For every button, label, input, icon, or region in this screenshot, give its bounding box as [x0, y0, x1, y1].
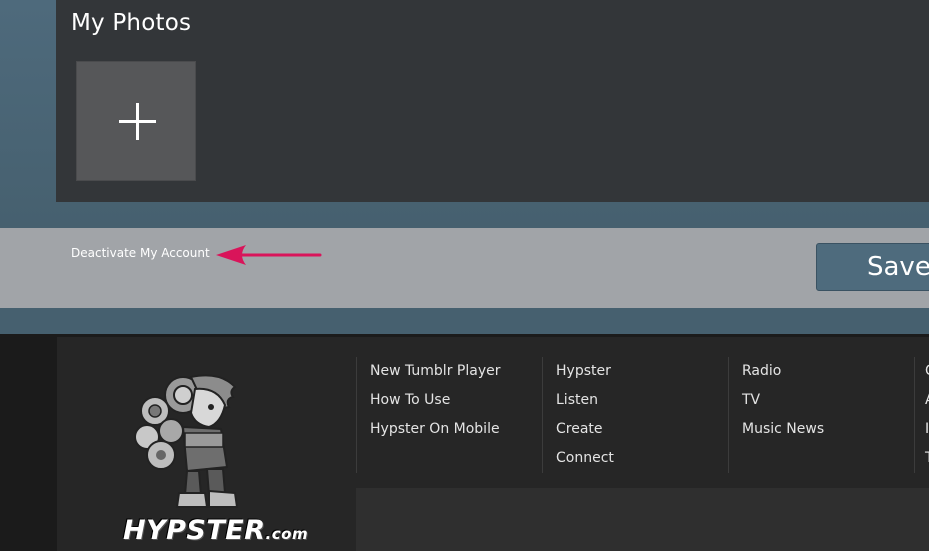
footer-link-listen[interactable]: Listen — [556, 386, 728, 415]
footer-column-2: Hypster Listen Create Connect — [542, 357, 728, 473]
deactivate-account-link[interactable]: Deactivate My Account — [71, 246, 210, 260]
footer-content-box — [356, 488, 929, 551]
footer-link-partial-1[interactable]: C — [925, 357, 929, 386]
footer-link-hypster[interactable]: Hypster — [556, 357, 728, 386]
site-footer: HYPSTER.com New Tumblr Player How To Use… — [0, 334, 929, 551]
footer-link-partial-4[interactable]: T — [925, 444, 929, 473]
my-photos-panel: My Photos — [56, 0, 929, 202]
save-button[interactable]: Save — [816, 243, 929, 291]
footer-links: New Tumblr Player How To Use Hypster On … — [356, 357, 929, 475]
photos-title: My Photos — [71, 10, 192, 36]
footer-link-hypster-on-mobile[interactable]: Hypster On Mobile — [370, 415, 542, 444]
logo-text: HYPSTER — [123, 515, 266, 546]
footer-link-partial-3[interactable]: I — [925, 415, 929, 444]
footer-column-3: Radio TV Music News — [728, 357, 914, 473]
divider-strip — [0, 308, 929, 334]
footer-link-tv[interactable]: TV — [742, 386, 914, 415]
footer-link-how-to-use[interactable]: How To Use — [370, 386, 542, 415]
add-photo-button[interactable] — [76, 61, 196, 181]
hypster-logo[interactable]: HYPSTER.com — [117, 367, 308, 549]
logo-suffix: .com — [265, 525, 309, 543]
footer-column-4: C A I T — [914, 357, 929, 473]
mascot-icon — [134, 374, 239, 508]
footer-inner: HYPSTER.com New Tumblr Player How To Use… — [57, 337, 929, 551]
footer-link-connect[interactable]: Connect — [556, 444, 728, 473]
arrow-left-icon — [216, 245, 322, 265]
footer-link-radio[interactable]: Radio — [742, 357, 914, 386]
footer-column-1: New Tumblr Player How To Use Hypster On … — [356, 357, 542, 473]
footer-link-partial-2[interactable]: A — [925, 386, 929, 415]
footer-link-create[interactable]: Create — [556, 415, 728, 444]
footer-link-music-news[interactable]: Music News — [742, 415, 914, 444]
logo-wordmark: HYPSTER.com — [123, 515, 308, 546]
footer-link-new-tumblr-player[interactable]: New Tumblr Player — [370, 357, 542, 386]
account-action-bar: Deactivate My Account Save — [0, 228, 929, 308]
